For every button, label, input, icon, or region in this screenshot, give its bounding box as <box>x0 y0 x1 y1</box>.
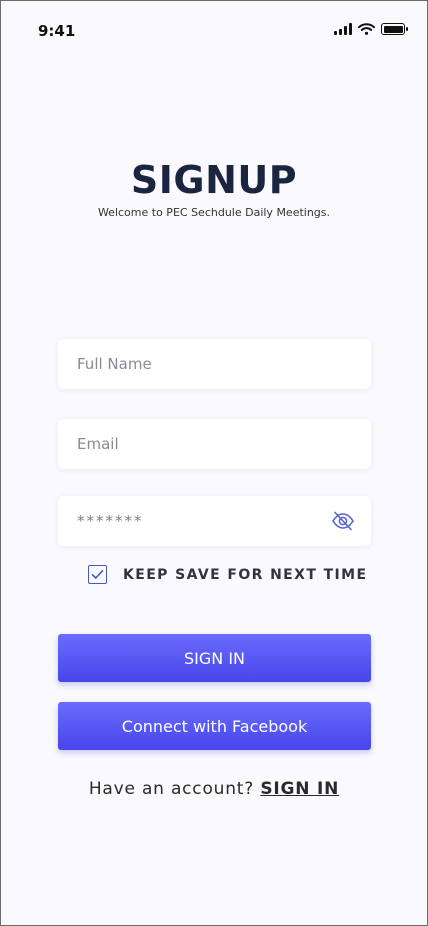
signal-icon <box>334 23 352 35</box>
footer-sign-in-link[interactable]: SIGN IN <box>260 779 339 799</box>
checkmark-icon <box>91 570 104 579</box>
keep-save-row: KEEP SAVE FOR NEXT TIME <box>88 565 367 584</box>
keep-save-label: KEEP SAVE FOR NEXT TIME <box>123 566 368 583</box>
email-field <box>58 419 371 469</box>
page-title: SIGNUP <box>130 158 298 202</box>
wifi-icon <box>358 23 375 35</box>
signup-screen: 9:41 SIGNUP Welcome to PEC Sechdule Dail… <box>0 0 428 926</box>
footer-prompt: Have an account? <box>88 779 255 799</box>
battery-icon <box>381 23 408 35</box>
full-name-field <box>58 339 371 389</box>
password-input[interactable] <box>58 496 371 546</box>
keep-save-checkbox[interactable] <box>88 565 107 584</box>
status-time: 9:41 <box>38 22 76 40</box>
eye-slash-icon[interactable] <box>331 510 355 532</box>
email-input[interactable] <box>58 419 371 469</box>
footer: Have an account? SIGN IN <box>1 779 427 799</box>
connect-facebook-button[interactable]: Connect with Facebook <box>58 702 371 750</box>
password-field <box>58 496 371 546</box>
page-subtitle: Welcome to PEC Sechdule Daily Meetings. <box>97 206 331 219</box>
full-name-input[interactable] <box>58 339 371 389</box>
sign-in-button[interactable]: SIGN IN <box>58 634 371 682</box>
status-icons <box>334 23 408 35</box>
